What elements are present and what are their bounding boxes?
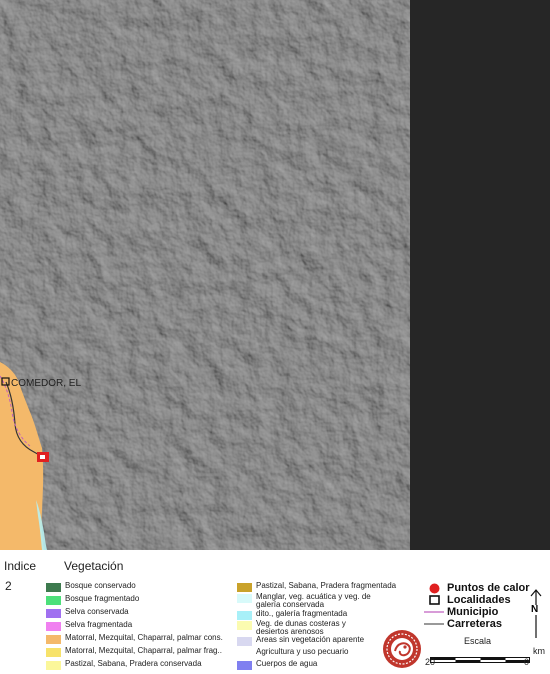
locality-square-icon [424, 595, 444, 605]
legend-item: Manglar, veg. acuática y veg. de galería… [237, 593, 371, 609]
legend-item: Matorral, Mezquital, Chaparral, palmar c… [46, 634, 223, 644]
road-line-icon [424, 621, 444, 627]
legend-localities-label: Localidades [447, 594, 511, 606]
legend-item: Selva conservada [46, 608, 129, 618]
municipality-line-icon [424, 609, 444, 615]
legend-item: Selva fragmentada [46, 621, 132, 631]
map-canvas[interactable]: COMEDOR, EL [0, 0, 550, 550]
legend-swatch [237, 594, 252, 603]
legend-hotspots: Puntos de calor [424, 582, 530, 594]
legend-label: Bosque fragmentado [65, 594, 140, 603]
legend-item: Pastizal, Sabana, Pradera conservada [46, 660, 202, 670]
no-data-area [410, 0, 550, 550]
legend-label: Veg. de dunas costeras y desiertos areno… [256, 619, 346, 636]
index-value: 2 [5, 579, 12, 593]
legend-label: Cuerpos de agua [256, 659, 318, 668]
institution-seal-logo [381, 629, 423, 671]
legend-swatch [237, 649, 252, 658]
legend-item: Matorral, Mezquital, Chaparral, palmar f… [46, 647, 222, 657]
legend-localities: Localidades [424, 594, 511, 606]
legend-label: Bosque conservado [65, 581, 136, 590]
locality-label: COMEDOR, EL [11, 378, 81, 389]
legend-item: Pastizal, Sabana, Pradera fragmentada [237, 582, 396, 592]
legend-label: Agricultura y uso pecuario [256, 647, 349, 656]
scale-bar [430, 650, 530, 663]
legend-swatch [46, 622, 61, 631]
legend-swatch [237, 621, 252, 630]
legend-swatch [237, 661, 252, 670]
legend-roads-label: Carreteras [447, 618, 503, 630]
vegetation-header: Vegetación [64, 559, 124, 573]
legend-label: Manglar, veg. acuática y veg. de galería… [256, 592, 371, 609]
legend-label: Pastizal, Sabana, Pradera conservada [65, 659, 202, 668]
north-arrow-icon: N [528, 588, 544, 640]
legend-item: Veg. de dunas costeras y desiertos areno… [237, 620, 361, 636]
legend-swatch [237, 611, 252, 620]
legend-item: Bosque fragmentado [46, 595, 139, 605]
legend-label: Selva conservada [65, 607, 129, 616]
legend-item: Areas sin vegetación aparente [237, 636, 364, 646]
hotspot-point[interactable] [37, 452, 49, 462]
legend-swatch [237, 637, 252, 646]
legend-swatch [46, 609, 61, 618]
legend-roads: Carreteras [424, 618, 502, 630]
scale-title: Escala [464, 636, 492, 646]
legend-swatch [46, 583, 61, 592]
legend-label: Areas sin vegetación aparente [256, 635, 365, 644]
legend-label: dito., galería fragmentada [256, 609, 348, 618]
index-header: Indice [4, 559, 37, 573]
legend-label: Matorral, Mezquital, Chaparral, palmar c… [65, 633, 223, 642]
legend-item: Bosque conservado [46, 582, 136, 592]
legend-item: Agricultura y uso pecuario [237, 648, 349, 658]
scale-unit: km [533, 646, 545, 656]
north-letter: N [531, 604, 539, 615]
hotspot-icon [424, 583, 444, 594]
legend-label: Pastizal, Sabana, Pradera fragmentada [256, 581, 397, 590]
legend-item: Cuerpos de agua [237, 660, 317, 670]
legend-label: Selva fragmentada [65, 620, 133, 629]
legend-municipality-label: Municipio [447, 606, 499, 618]
legend-swatch [46, 635, 61, 644]
legend-swatch [237, 583, 252, 592]
legend-swatch [46, 661, 61, 670]
legend-hotspots-label: Puntos de calor [447, 582, 530, 594]
legend-swatch [46, 596, 61, 605]
scale-left-value: 20 [425, 657, 436, 667]
scale-right-value: 0 [524, 657, 530, 667]
legend-swatch [46, 648, 61, 657]
relief-terrain [0, 0, 410, 550]
legend-municipality: Municipio [424, 606, 498, 618]
legend-label: Matorral, Mezquital, Chaparral, palmar f… [65, 646, 222, 655]
